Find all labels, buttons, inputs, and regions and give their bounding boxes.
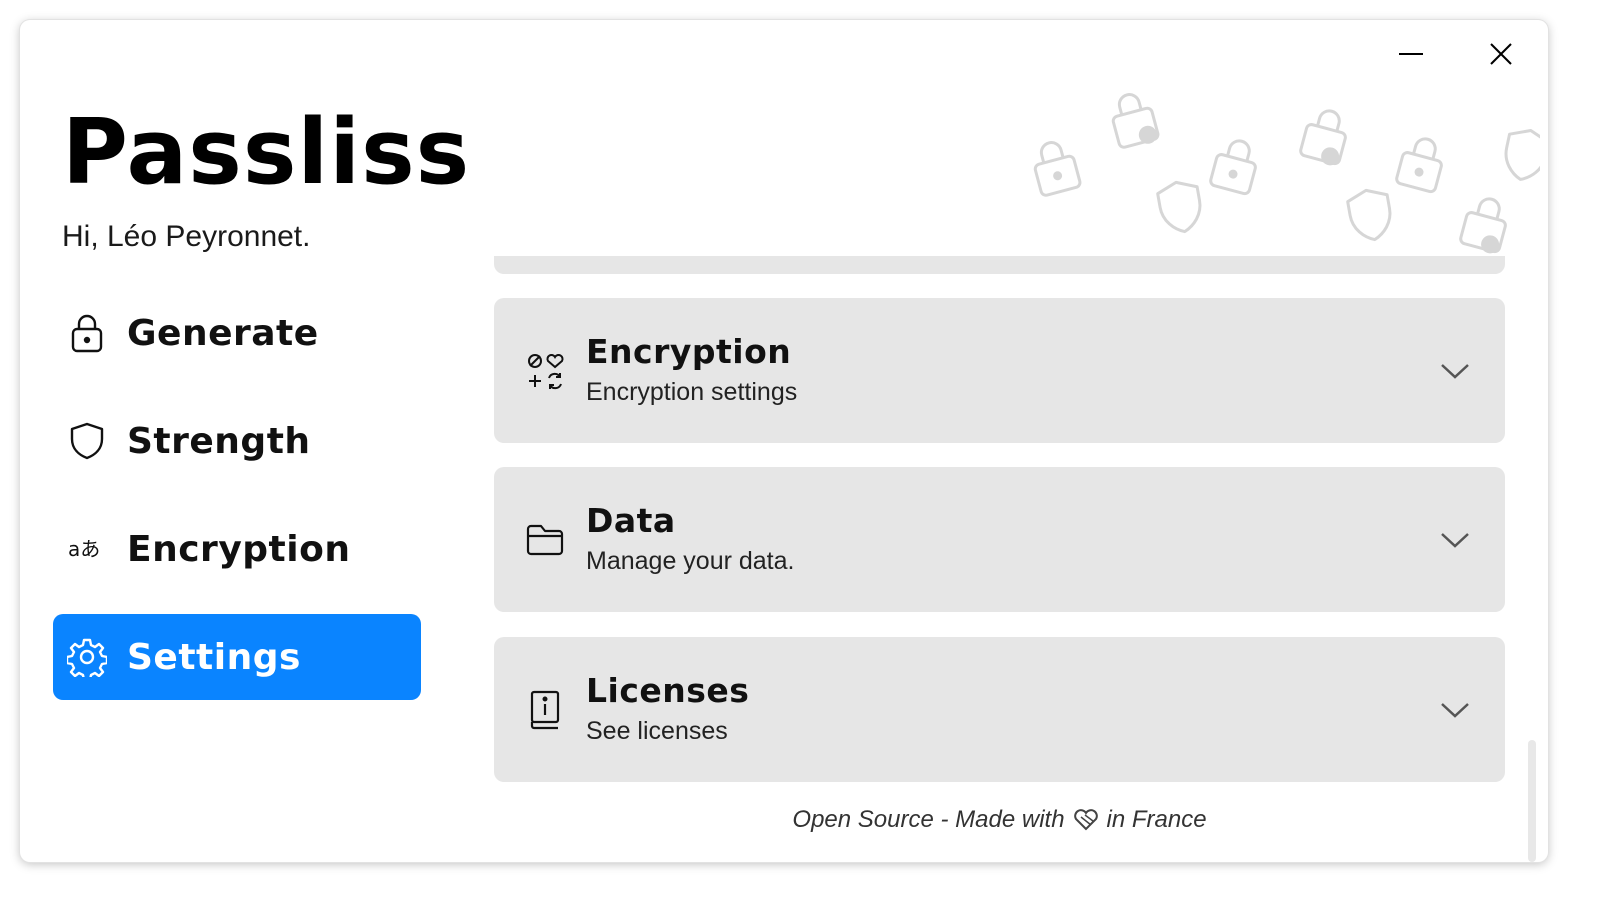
lock-icon [67,313,107,353]
greeting-text: Hi, Léo Peyronnet. [62,220,311,253]
settings-card-encryption[interactable]: Encryption Encryption settings [494,298,1505,443]
card-subtitle: Manage your data. [586,547,795,575]
chevron-down-icon[interactable] [1435,356,1475,386]
sidebar-nav: Generate Strength aあ Encryption Settings [53,290,421,722]
symbols-icon [522,348,568,394]
sidebar-item-strength[interactable]: Strength [53,398,421,484]
shield-icon [67,421,107,461]
sidebar-item-label: Settings [127,636,301,678]
sidebar-item-label: Strength [127,420,311,462]
gear-icon [67,637,107,677]
folder-icon [522,517,568,563]
footer-text-before: Open Source - Made with [792,806,1065,833]
card-title: Licenses [586,671,750,710]
settings-card-data[interactable]: Data Manage your data. [494,467,1505,612]
scrollbar[interactable] [1528,740,1536,862]
settings-card-licenses[interactable]: Licenses See licenses [494,637,1505,782]
card-title: Data [586,501,676,540]
chevron-down-icon[interactable] [1435,525,1475,555]
footer: Open Source - Made with in France [494,806,1505,834]
previous-card-edge [494,256,1505,274]
footer-text-after: in France [1106,806,1207,833]
info-book-icon [522,687,568,733]
sidebar-item-generate[interactable]: Generate [53,290,421,376]
translate-icon: aあ [67,529,107,569]
heart-icon [1073,809,1098,831]
sidebar-item-label: Encryption [127,528,351,570]
svg-text:aあ: aあ [68,537,100,561]
sidebar-item-settings[interactable]: Settings [53,614,421,700]
chevron-down-icon[interactable] [1435,695,1475,725]
sidebar-item-label: Generate [127,312,319,354]
app-window: Passliss Hi, Léo Peyronnet. Generate Str… [20,20,1548,862]
shield-decoration-icon [1504,129,1540,181]
app-title: Passliss [62,100,471,205]
card-subtitle: Encryption settings [586,378,798,406]
card-subtitle: See licenses [586,717,728,745]
card-title: Encryption [586,332,792,371]
sidebar-item-encryption[interactable]: aあ Encryption [53,506,421,592]
settings-content: Encryption Encryption settings Data Mana… [494,20,1506,862]
